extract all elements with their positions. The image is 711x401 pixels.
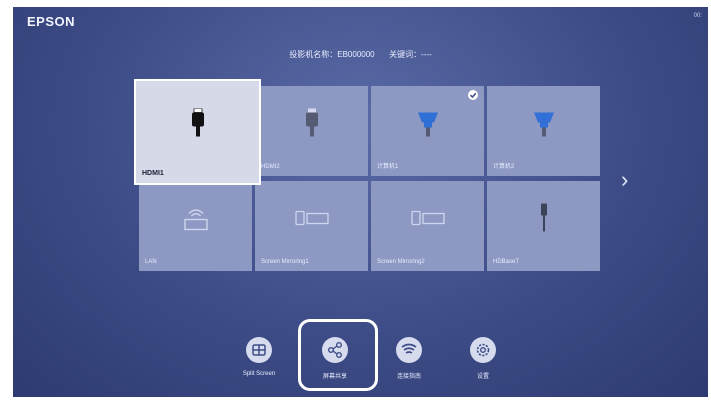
- chevron-right-icon[interactable]: ›: [621, 167, 628, 193]
- source-tile-computer2[interactable]: 计算机2: [487, 86, 600, 176]
- connection-guide-button[interactable]: 连接指南: [379, 337, 439, 380]
- lan-wireless-icon: [181, 205, 211, 236]
- hdmi-cable-icon: [190, 107, 206, 143]
- source-tile-hdmi1[interactable]: HDMI1: [134, 79, 261, 185]
- connection-guide-label: 连接指南: [396, 374, 421, 380]
- vga-cable-icon: [417, 110, 439, 141]
- source-label: Screen Mirroring1: [261, 259, 309, 265]
- source-label: LAN: [145, 259, 157, 265]
- screen-share-button[interactable]: 屏幕共享: [305, 337, 365, 380]
- projector-home-screen: EPSON 00: 投影机名称：EB000000 关键词：---- HDMI2 …: [13, 7, 708, 397]
- vga-cable-icon: [533, 110, 555, 141]
- split-screen-icon: [246, 337, 272, 363]
- keyword-label: 关键词：: [389, 50, 422, 59]
- source-tile-screen-mirroring2[interactable]: Screen Mirroring2: [371, 181, 484, 271]
- split-screen-label: Split Screen: [242, 371, 276, 377]
- share-icon: [322, 337, 348, 363]
- keyword-value: ----: [421, 50, 432, 59]
- wireless-icon: [396, 337, 422, 363]
- source-grid: HDMI2 计算机1 计算机2 LAN Screen Mirroring1 Sc…: [134, 79, 605, 274]
- gear-icon: [470, 337, 496, 363]
- projector-name-label: 投影机名称：: [289, 50, 338, 59]
- screen-share-label: 屏幕共享: [322, 374, 347, 380]
- hdmi-cable-icon: [304, 108, 320, 143]
- settings-label: 设置: [476, 374, 489, 380]
- source-tile-screen-mirroring1[interactable]: Screen Mirroring1: [255, 181, 368, 271]
- hdbaset-cable-icon: [538, 203, 550, 238]
- source-tile-computer1[interactable]: 计算机1: [371, 86, 484, 176]
- screen-mirroring-icon: [294, 209, 329, 232]
- brand-logo: EPSON: [27, 14, 76, 29]
- corner-status: 00:: [693, 13, 702, 19]
- projector-info: 投影机名称：EB000000 关键词：----: [13, 49, 708, 60]
- settings-button[interactable]: 设置: [453, 337, 513, 380]
- screen-mirroring-icon: [410, 209, 445, 232]
- source-label: 计算机1: [377, 164, 399, 170]
- projector-name-value: EB000000: [337, 50, 375, 59]
- source-tile-lan[interactable]: LAN: [139, 181, 252, 271]
- source-label: Screen Mirroring2: [377, 259, 425, 265]
- source-tile-hdmi2[interactable]: HDMI2: [255, 86, 368, 176]
- source-label: HDBaseT: [493, 259, 520, 265]
- source-tile-hdbaset[interactable]: HDBaseT: [487, 181, 600, 271]
- checkmark-icon: [468, 90, 478, 100]
- source-label: HDMI2: [261, 164, 280, 170]
- source-label: HDMI1: [142, 170, 164, 177]
- source-label: 计算机2: [493, 164, 515, 170]
- bottom-menu: Split Screen 屏幕共享 连接指南 设置: [13, 337, 708, 397]
- split-screen-button[interactable]: Split Screen: [229, 337, 289, 377]
